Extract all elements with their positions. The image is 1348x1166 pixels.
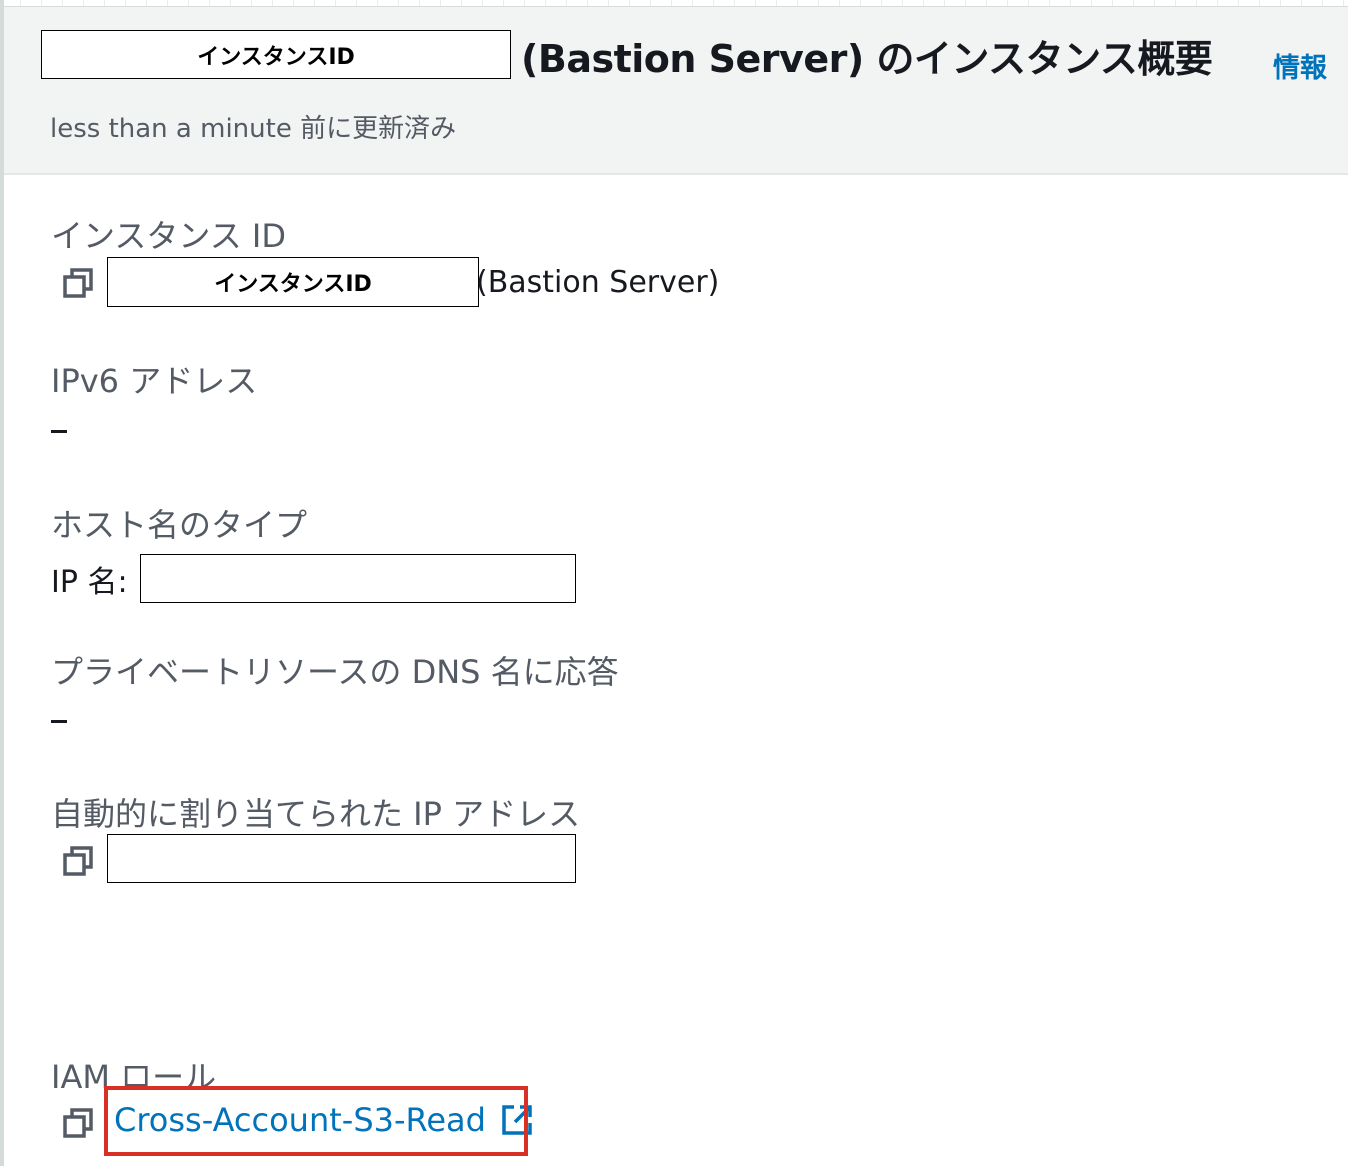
instance-id-redaction: インスタンスID [41,30,511,79]
page-title: (Bastion Server) のインスタンス概要 [521,37,1213,81]
ipv6-label: IPv6 アドレス [51,362,258,400]
copy-icon[interactable] [60,1105,96,1141]
hostname-type-label: ホスト名のタイプ [51,506,308,544]
copy-icon[interactable] [60,265,96,301]
ip-name-redaction [140,554,576,603]
last-updated-text: less than a minute 前に更新済み [50,114,457,144]
private-dns-empty-value [51,720,67,723]
instance-summary-page: インスタンスID (Bastion Server) のインスタンス概要 情報 l… [0,0,1348,1166]
instance-name-suffix: (Bastion Server) [476,265,720,300]
top-strip [0,0,1348,7]
auto-ip-label: 自動的に割り当てられた IP アドレス [51,795,581,833]
ipv6-empty-value [51,430,67,433]
iam-role-highlight [104,1086,528,1156]
ip-name-prefix: IP 名: [51,565,128,600]
copy-icon[interactable] [60,843,96,879]
instance-id-redaction-label: インスタンスID [197,44,355,70]
private-dns-label: プライベートリソースの DNS 名に応答 [51,653,619,691]
info-link[interactable]: 情報 [1273,46,1327,85]
instance-id-value-label: インスタンスID [214,272,372,297]
instance-id-value-redaction: インスタンスID [107,257,479,307]
auto-ip-redaction [107,834,576,883]
instance-id-label: インスタンス ID [51,217,286,255]
